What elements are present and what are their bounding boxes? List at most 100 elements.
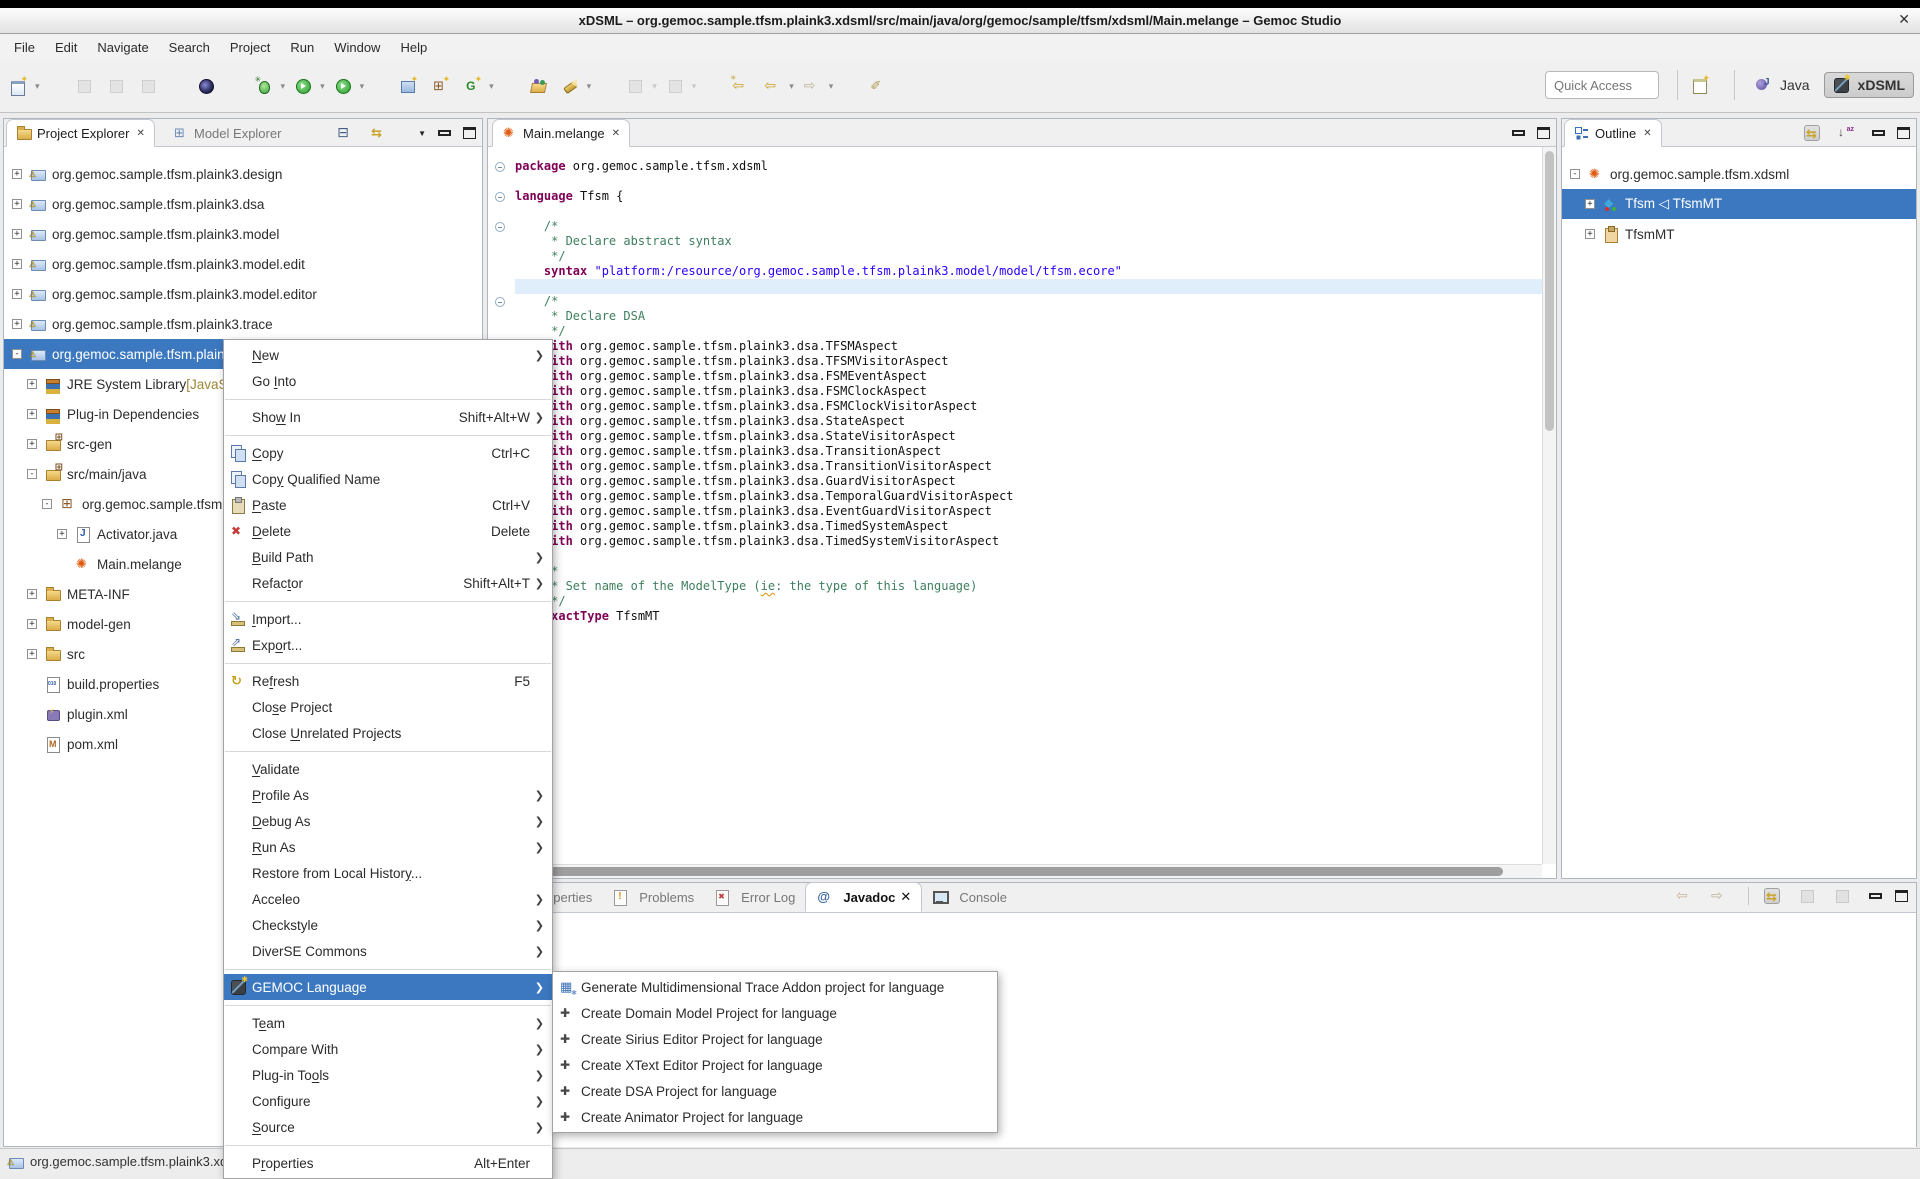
- search-button[interactable]: ▾: [560, 75, 594, 97]
- menu-item-properties[interactable]: PropertiesAlt+Enter: [224, 1150, 552, 1176]
- chevron-down-icon[interactable]: ▾: [320, 81, 325, 92]
- menu-item-source[interactable]: Source❯: [224, 1114, 552, 1140]
- submenu-item-create-dsa-project-for-language[interactable]: Create DSA Project for language: [553, 1078, 997, 1104]
- open-attached-icon[interactable]: [1799, 888, 1815, 904]
- link-with-editor-icon[interactable]: [370, 125, 386, 141]
- window-close-button[interactable]: ✕: [1898, 11, 1910, 28]
- menu-project[interactable]: Project: [220, 37, 280, 58]
- menu-item-copy-qualified-name[interactable]: Copy Qualified Name: [224, 466, 552, 492]
- maximize-icon[interactable]: [1895, 890, 1908, 902]
- run-button[interactable]: ▾: [293, 75, 327, 97]
- expander-icon[interactable]: -: [27, 469, 37, 479]
- menu-item-plug-in-tools[interactable]: Plug-in Tools❯: [224, 1062, 552, 1088]
- submenu-item-create-animator-project-for-language[interactable]: Create Animator Project for language: [553, 1104, 997, 1130]
- tab-console[interactable]: Console: [922, 882, 1017, 912]
- link-with-editor-icon[interactable]: [1764, 888, 1780, 904]
- submenu-item-create-domain-model-project-for-language[interactable]: Create Domain Model Project for language: [553, 1000, 997, 1026]
- close-icon[interactable]: ✕: [136, 128, 144, 139]
- expander-icon[interactable]: +: [12, 229, 22, 239]
- expander-icon[interactable]: +: [1585, 199, 1595, 209]
- tree-row[interactable]: +org.gemoc.sample.tfsm.plaink3.trace: [4, 309, 482, 339]
- menu-item-profile-as[interactable]: Profile As❯: [224, 782, 552, 808]
- tab-problems[interactable]: Problems: [602, 882, 704, 912]
- menu-item-export-[interactable]: Export...: [224, 632, 552, 658]
- new-melange-project-button[interactable]: [398, 75, 424, 97]
- external-planet-button[interactable]: [196, 75, 222, 97]
- editor-horizontal-scrollbar[interactable]: [488, 864, 1542, 878]
- tab-outline[interactable]: Outline ✕: [1564, 119, 1662, 147]
- menu-window[interactable]: Window: [324, 37, 390, 58]
- menu-item-diverse-commons[interactable]: DiverSE Commons❯: [224, 938, 552, 964]
- fold-collapse-icon[interactable]: [495, 192, 505, 202]
- tab-project-explorer[interactable]: Project Explorer ✕: [6, 119, 155, 147]
- forward-icon[interactable]: [1711, 888, 1727, 904]
- new-class-button[interactable]: ▾: [462, 75, 496, 97]
- view-menu-icon[interactable]: ▼: [418, 129, 426, 138]
- editor-vertical-scrollbar[interactable]: [1542, 147, 1556, 864]
- expander-icon[interactable]: +: [12, 259, 22, 269]
- chevron-down-icon[interactable]: ▾: [789, 81, 794, 92]
- expander-icon[interactable]: +: [27, 649, 37, 659]
- menu-item-team[interactable]: Team❯: [224, 1010, 552, 1036]
- menu-item-checkstyle[interactable]: Checkstyle❯: [224, 912, 552, 938]
- fold-collapse-icon[interactable]: [495, 162, 505, 172]
- menu-navigate[interactable]: Navigate: [87, 37, 158, 58]
- tab-javadoc[interactable]: Javadoc✕: [805, 882, 922, 912]
- tab-error-log[interactable]: Error Log: [704, 882, 805, 912]
- expander-icon[interactable]: +: [12, 319, 22, 329]
- debug-button[interactable]: ▾: [254, 75, 288, 97]
- expander-icon[interactable]: -: [1570, 169, 1580, 179]
- menu-item-close-unrelated-projects[interactable]: Close Unrelated Projects: [224, 720, 552, 746]
- last-edit-location-button[interactable]: [730, 75, 756, 97]
- tab-main-melange[interactable]: Main.melange ✕: [492, 119, 630, 147]
- menu-item-import-[interactable]: Import...: [224, 606, 552, 632]
- expander-icon[interactable]: +: [12, 199, 22, 209]
- menu-item-build-path[interactable]: Build Path❯: [224, 544, 552, 570]
- menu-item-show-in[interactable]: Show InShift+Alt+W❯: [224, 404, 552, 430]
- chevron-down-icon[interactable]: ▾: [35, 81, 40, 92]
- fold-collapse-icon[interactable]: [495, 222, 505, 232]
- expander-icon[interactable]: +: [27, 439, 37, 449]
- tree-row[interactable]: +org.gemoc.sample.tfsm.plaink3.model.edi…: [4, 279, 482, 309]
- open-type-button[interactable]: [528, 75, 554, 97]
- close-icon[interactable]: ✕: [612, 128, 620, 139]
- new-wizard-button[interactable]: ▾: [8, 75, 42, 97]
- chevron-down-icon[interactable]: ▾: [360, 81, 365, 92]
- menu-item-configure[interactable]: Configure❯: [224, 1088, 552, 1114]
- menu-item-acceleo[interactable]: Acceleo❯: [224, 886, 552, 912]
- close-icon[interactable]: ✕: [900, 889, 911, 905]
- expander-icon[interactable]: +: [12, 289, 22, 299]
- expander-icon[interactable]: +: [12, 169, 22, 179]
- submenu-item-create-xtext-editor-project-for-language[interactable]: Create XText Editor Project for language: [553, 1052, 997, 1078]
- menu-item-debug-as[interactable]: Debug As❯: [224, 808, 552, 834]
- chevron-down-icon[interactable]: ▾: [829, 81, 834, 92]
- expander-icon[interactable]: -: [12, 349, 22, 359]
- expander-icon[interactable]: +: [1585, 229, 1595, 239]
- open-input-icon[interactable]: [1834, 888, 1850, 904]
- perspective-xdsml[interactable]: xDSML: [1824, 72, 1914, 98]
- menu-item-run-as[interactable]: Run As❯: [224, 834, 552, 860]
- submenu-item-create-sirius-editor-project-for-language[interactable]: Create Sirius Editor Project for languag…: [553, 1026, 997, 1052]
- tree-row[interactable]: +Tfsm ◁ TfsmMT: [1562, 189, 1916, 219]
- tree-row[interactable]: +TfsmMT: [1562, 219, 1916, 249]
- chevron-down-icon[interactable]: ▾: [692, 81, 697, 92]
- new-package-button[interactable]: [430, 75, 456, 97]
- chevron-down-icon[interactable]: ▾: [489, 81, 494, 92]
- menu-item-copy[interactable]: CopyCtrl+C: [224, 440, 552, 466]
- chevron-down-icon[interactable]: ▾: [587, 81, 592, 92]
- tree-row[interactable]: +org.gemoc.sample.tfsm.plaink3.model: [4, 219, 482, 249]
- sort-icon[interactable]: [1838, 125, 1854, 141]
- tree-row[interactable]: +org.gemoc.sample.tfsm.plaink3.design: [4, 159, 482, 189]
- minimize-icon[interactable]: [438, 130, 451, 136]
- forward-button[interactable]: ▾: [802, 75, 836, 97]
- expander-icon[interactable]: +: [57, 529, 67, 539]
- minimize-icon[interactable]: [1872, 130, 1885, 136]
- menu-item-compare-with[interactable]: Compare With❯: [224, 1036, 552, 1062]
- menu-run[interactable]: Run: [280, 37, 324, 58]
- expander-icon[interactable]: +: [27, 379, 37, 389]
- menu-item-paste[interactable]: PasteCtrl+V: [224, 492, 552, 518]
- tab-model-explorer[interactable]: Model Explorer: [164, 119, 290, 147]
- back-button[interactable]: ▾: [762, 75, 796, 97]
- run-external-tools-button[interactable]: ▾: [333, 75, 367, 97]
- menu-edit[interactable]: Edit: [45, 37, 87, 58]
